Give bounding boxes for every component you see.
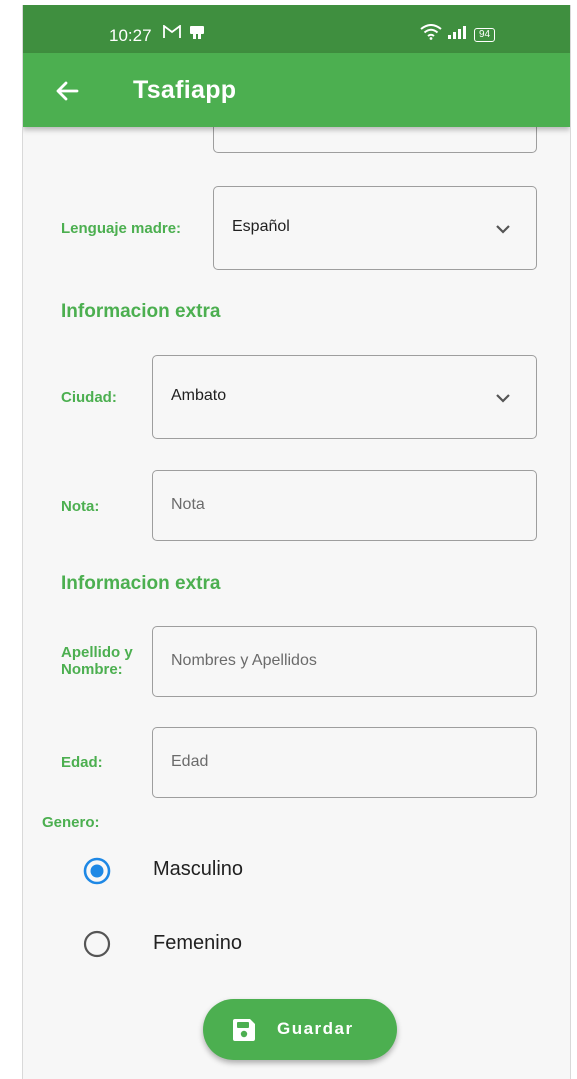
phone-screen: 10:27 94 Tsafiapp Lenguaje madre: Españo… bbox=[22, 5, 571, 1079]
form-content: Lenguaje madre: Español Informacion extr… bbox=[23, 87, 570, 1079]
age-label: Edad: bbox=[61, 754, 103, 771]
chevron-down-icon bbox=[496, 394, 510, 403]
city-value: Ambato bbox=[171, 387, 227, 404]
name-label-line1: Apellido y bbox=[61, 644, 133, 661]
mother-tongue-dropdown[interactable]: Español bbox=[213, 186, 537, 270]
app-title: Tsafiapp bbox=[133, 76, 237, 104]
radio-unselected-icon[interactable] bbox=[82, 929, 112, 959]
city-label: Ciudad: bbox=[61, 389, 117, 406]
city-dropdown[interactable]: Ambato bbox=[152, 355, 537, 439]
radio-selected-icon[interactable] bbox=[82, 856, 112, 886]
save-button[interactable]: Guardar bbox=[203, 999, 397, 1060]
section-title-extra-info-2: Informacion extra bbox=[61, 573, 221, 594]
note-input[interactable]: Nota bbox=[152, 470, 537, 541]
age-input[interactable]: Edad bbox=[152, 727, 537, 798]
status-bar: 10:27 94 bbox=[23, 5, 570, 53]
notification-app-icon bbox=[189, 25, 205, 43]
section-title-extra-info: Informacion extra bbox=[61, 301, 221, 322]
battery-icon: 94 bbox=[474, 27, 496, 42]
note-label: Nota: bbox=[61, 498, 100, 515]
name-label-line2: Nombre: bbox=[61, 661, 123, 678]
mother-tongue-value: Español bbox=[232, 218, 290, 235]
status-time: 10:27 bbox=[109, 26, 152, 45]
radio-label-female: Femenino bbox=[153, 932, 242, 954]
radio-label-male: Masculino bbox=[153, 858, 244, 880]
gmail-icon bbox=[163, 24, 181, 42]
wifi-icon bbox=[420, 24, 442, 45]
status-right-icons: 94 bbox=[420, 24, 496, 45]
name-placeholder: Nombres y Apellidos bbox=[171, 652, 317, 669]
save-button-label: Guardar bbox=[277, 1019, 354, 1038]
chevron-down-icon bbox=[496, 225, 510, 234]
note-placeholder: Nota bbox=[171, 496, 205, 513]
age-placeholder: Edad bbox=[171, 753, 209, 770]
name-input[interactable]: Nombres y Apellidos bbox=[152, 626, 537, 697]
save-icon bbox=[233, 1019, 255, 1041]
gender-label: Genero: bbox=[42, 814, 100, 831]
mother-tongue-label: Lenguaje madre: bbox=[61, 220, 182, 237]
signal-icon bbox=[447, 25, 469, 44]
app-bar: Tsafiapp bbox=[23, 53, 570, 127]
back-arrow-icon[interactable] bbox=[49, 73, 85, 109]
